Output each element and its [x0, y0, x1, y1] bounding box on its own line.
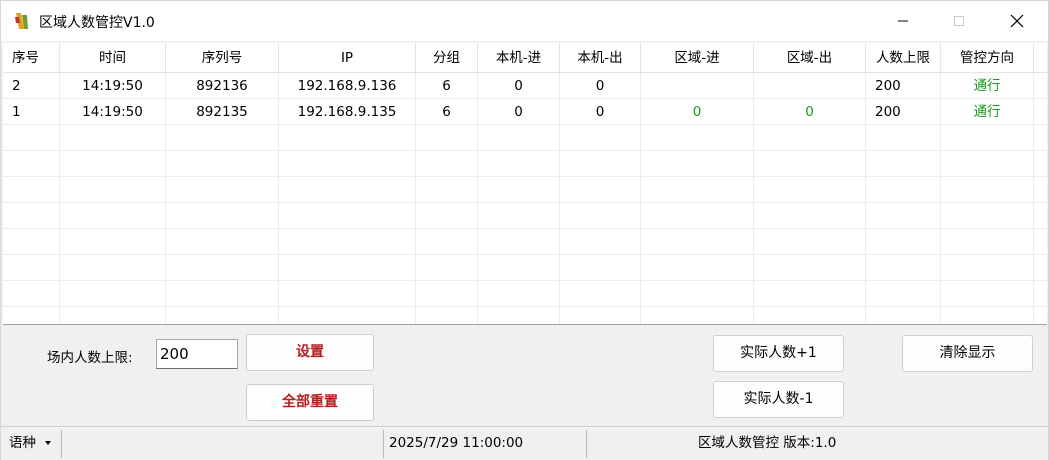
empty-row — [3, 151, 1047, 177]
cell-area-in — [641, 73, 754, 99]
cell-time: 14:19:50 — [60, 99, 166, 125]
col-header-local-in[interactable]: 本机-进 — [478, 43, 560, 73]
table-row[interactable]: 1 14:19:50 892135 192.168.9.135 6 0 0 0 … — [3, 99, 1047, 125]
cell-local-in: 0 — [478, 73, 560, 99]
grid-header: 序号 时间 序列号 IP 分组 本机-进 本机-出 区域-进 区域-出 人数上限… — [3, 43, 1047, 73]
col-header-area-in[interactable]: 区域-进 — [641, 43, 754, 73]
close-icon — [1010, 14, 1024, 28]
cell-local-out: 0 — [560, 99, 641, 125]
cell-index: 2 — [3, 73, 60, 99]
cell-area-out: 0 — [754, 99, 866, 125]
col-header-serial[interactable]: 序列号 — [166, 43, 279, 73]
cell-ip: 192.168.9.135 — [279, 99, 416, 125]
minimize-button[interactable] — [880, 1, 926, 41]
status-version: 区域人数管控 版本:1.0 — [698, 435, 837, 451]
cell-area-out — [754, 73, 866, 99]
col-header-limit[interactable]: 人数上限 — [866, 43, 941, 73]
caret-down-icon — [45, 441, 52, 445]
cell-local-in: 0 — [478, 99, 560, 125]
col-header-area-out[interactable]: 区域-出 — [754, 43, 866, 73]
status-separator — [586, 430, 587, 458]
cell-area-in: 0 — [641, 99, 754, 125]
cell-direction: 通行 — [941, 73, 1034, 99]
status-bar: 语种 2025/7/29 11:00:00 区域人数管控 版本:1.0 — [1, 426, 1048, 460]
cell-direction: 通行 — [941, 99, 1034, 125]
status-separator — [61, 430, 62, 458]
col-header-local-out[interactable]: 本机-出 — [560, 43, 641, 73]
cell-ip: 192.168.9.136 — [279, 73, 416, 99]
limit-label: 场内人数上限: — [47, 350, 133, 366]
empty-row — [3, 307, 1047, 324]
cell-limit: 200 — [866, 99, 941, 125]
col-header-direction[interactable]: 管控方向 — [941, 43, 1034, 73]
maximize-button[interactable] — [936, 1, 982, 41]
status-datetime: 2025/7/29 11:00:00 — [389, 435, 524, 451]
device-grid[interactable]: 序号 时间 序列号 IP 分组 本机-进 本机-出 区域-进 区域-出 人数上限… — [3, 43, 1047, 325]
set-button[interactable]: 设置 — [246, 334, 374, 371]
language-dropdown[interactable]: 语种 — [9, 427, 61, 460]
cell-limit: 200 — [866, 73, 941, 99]
minimize-icon — [898, 20, 908, 22]
reset-all-button[interactable]: 全部重置 — [246, 384, 374, 421]
title-bar[interactable]: 区域人数管控V1.0 — [1, 1, 1048, 41]
empty-row — [3, 229, 1047, 255]
close-button[interactable] — [994, 1, 1040, 41]
clear-display-button[interactable]: 清除显示 — [902, 335, 1033, 372]
app-logo-icon — [15, 13, 28, 29]
count-minus-button[interactable]: 实际人数-1 — [713, 381, 844, 418]
cell-serial: 892136 — [166, 73, 279, 99]
cell-index: 1 — [3, 99, 60, 125]
cell-local-out: 0 — [560, 73, 641, 99]
empty-row — [3, 177, 1047, 203]
col-header-group[interactable]: 分组 — [416, 43, 478, 73]
empty-row — [3, 255, 1047, 281]
col-header-time[interactable]: 时间 — [60, 43, 166, 73]
cell-serial: 892135 — [166, 99, 279, 125]
language-label: 语种 — [9, 435, 36, 451]
empty-row — [3, 281, 1047, 307]
col-header-index[interactable]: 序号 — [3, 43, 60, 73]
table-row[interactable]: 2 14:19:50 892136 192.168.9.136 6 0 0 20… — [3, 73, 1047, 99]
cell-time: 14:19:50 — [60, 73, 166, 99]
maximize-icon — [954, 16, 964, 26]
col-header-ip[interactable]: IP — [279, 43, 416, 73]
window-title: 区域人数管控V1.0 — [39, 15, 155, 31]
app-window: 区域人数管控V1.0 序号 时间 序列号 IP 分组 本机-进 本机-出 区域-… — [0, 0, 1049, 460]
empty-row — [3, 203, 1047, 229]
status-separator — [383, 430, 384, 458]
count-plus-button[interactable]: 实际人数+1 — [713, 335, 844, 372]
cell-group: 6 — [416, 73, 478, 99]
empty-row — [3, 125, 1047, 151]
limit-input[interactable] — [156, 339, 238, 369]
cell-group: 6 — [416, 99, 478, 125]
